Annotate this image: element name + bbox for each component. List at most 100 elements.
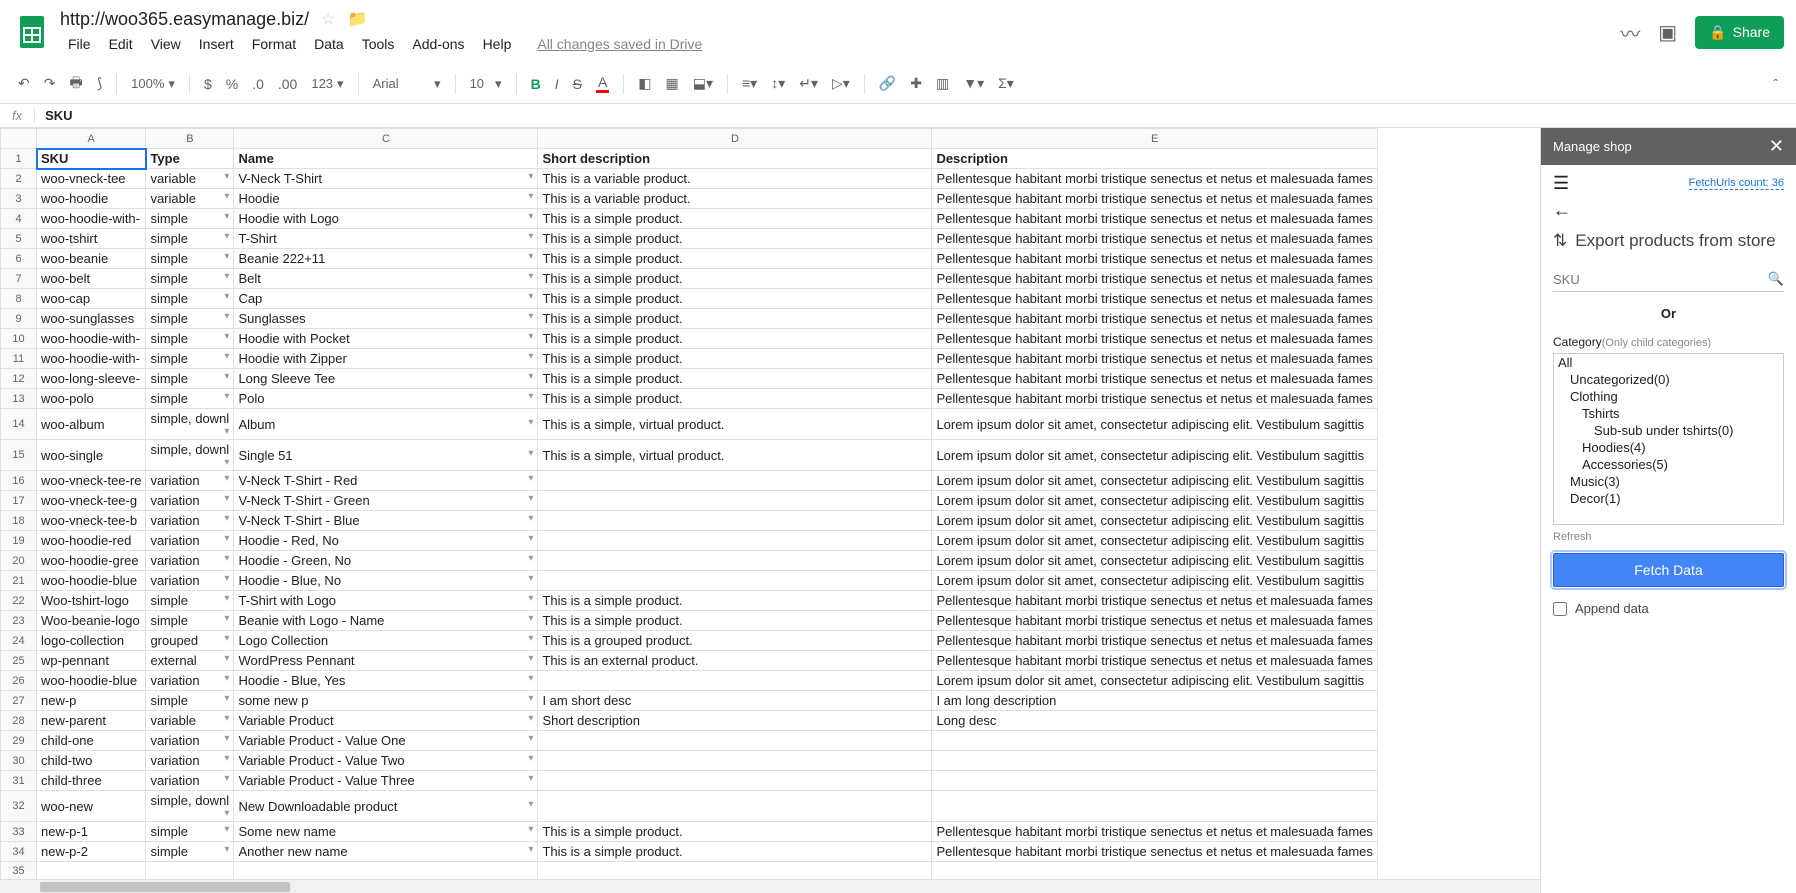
cell-C5[interactable]: ▾T-Shirt	[234, 229, 538, 249]
text-color-button[interactable]: A	[590, 70, 615, 97]
cell-E27[interactable]: I am long description	[932, 691, 1377, 711]
back-arrow-icon[interactable]: ←	[1553, 200, 1571, 221]
cell-A6[interactable]: woo-beanie	[37, 249, 146, 269]
dropdown-arrow-icon[interactable]: ▾	[528, 824, 533, 835]
dropdown-arrow-icon[interactable]: ▾	[224, 271, 229, 282]
cell-D31[interactable]	[538, 771, 932, 791]
cell-B12[interactable]: simple▾	[146, 369, 234, 389]
cell-B6[interactable]: simple▾	[146, 249, 234, 269]
cell-C13[interactable]: ▾Polo	[234, 389, 538, 409]
cell-B19[interactable]: variation▾	[146, 531, 234, 551]
cell-A8[interactable]: woo-cap	[37, 289, 146, 309]
dropdown-arrow-icon[interactable]: ▾	[224, 311, 229, 322]
dropdown-arrow-icon[interactable]: ▾	[224, 371, 229, 382]
cell-C16[interactable]: ▾V-Neck T-Shirt - Red	[234, 471, 538, 491]
cell-D27[interactable]: I am short desc	[538, 691, 932, 711]
row-header-35[interactable]: 35	[1, 862, 37, 880]
row-header-34[interactable]: 34	[1, 842, 37, 862]
dropdown-arrow-icon[interactable]: ▾	[224, 231, 229, 242]
menu-data[interactable]: Data	[306, 32, 352, 56]
cell-A23[interactable]: Woo-beanie-logo	[37, 611, 146, 631]
zoom-dropdown[interactable]: 100% ▾	[125, 72, 181, 96]
dropdown-arrow-icon[interactable]: ▾	[528, 593, 533, 604]
cell-A18[interactable]: woo-vneck-tee-b	[37, 511, 146, 531]
print-button[interactable]: 🖶	[63, 68, 88, 100]
cell-B17[interactable]: variation▾	[146, 491, 234, 511]
cell-E33[interactable]: Pellentesque habitant morbi tristique se…	[932, 822, 1377, 842]
cell-E26[interactable]: Lorem ipsum dolor sit amet, consectetur …	[932, 671, 1377, 691]
cell-D21[interactable]	[538, 571, 932, 591]
category-option[interactable]: Music(3)	[1554, 473, 1783, 490]
menu-addons[interactable]: Add-ons	[404, 32, 472, 56]
fill-color-button[interactable]: ◧	[632, 71, 657, 96]
row-header-19[interactable]: 19	[1, 531, 37, 551]
cell-B28[interactable]: variable▾	[146, 711, 234, 731]
dropdown-arrow-icon[interactable]: ▾	[224, 713, 229, 724]
cell-E9[interactable]: Pellentesque habitant morbi tristique se…	[932, 309, 1377, 329]
cell-E10[interactable]: Pellentesque habitant morbi tristique se…	[932, 329, 1377, 349]
cell-A28[interactable]: new-parent	[37, 711, 146, 731]
dropdown-arrow-icon[interactable]: ▾	[528, 633, 533, 644]
row-header-25[interactable]: 25	[1, 651, 37, 671]
menu-insert[interactable]: Insert	[191, 32, 242, 56]
cell-D11[interactable]: This is a simple product.	[538, 349, 932, 369]
cell-B24[interactable]: grouped▾	[146, 631, 234, 651]
row-header-22[interactable]: 22	[1, 591, 37, 611]
comments-icon[interactable]: ▣	[1658, 20, 1677, 45]
cell-D2[interactable]: This is a variable product.	[538, 169, 932, 189]
row-header-30[interactable]: 30	[1, 751, 37, 771]
cell-E2[interactable]: Pellentesque habitant morbi tristique se…	[932, 169, 1377, 189]
filter-button[interactable]: ▼▾	[957, 71, 990, 96]
cell-C28[interactable]: ▾Variable Product	[234, 711, 538, 731]
dropdown-arrow-icon[interactable]: ▾	[528, 473, 533, 484]
cell-E18[interactable]: Lorem ipsum dolor sit amet, consectetur …	[932, 511, 1377, 531]
dropdown-arrow-icon[interactable]: ▾	[528, 799, 533, 810]
dropdown-arrow-icon[interactable]: ▾	[528, 844, 533, 855]
dropdown-arrow-icon[interactable]: ▾	[528, 417, 533, 428]
cell-C27[interactable]: ▾some new p	[234, 691, 538, 711]
col-header-E[interactable]: E	[932, 129, 1377, 149]
dropdown-arrow-icon[interactable]: ▾	[224, 693, 229, 704]
cell-B15[interactable]: simple, downl▾	[146, 440, 234, 471]
row-header-14[interactable]: 14	[1, 409, 37, 440]
dropdown-arrow-icon[interactable]: ▾	[528, 753, 533, 764]
col-header-A[interactable]: A	[37, 129, 146, 149]
cell-D30[interactable]	[538, 751, 932, 771]
strikethrough-button[interactable]: S	[567, 72, 588, 96]
dropdown-arrow-icon[interactable]: ▾	[224, 808, 229, 819]
cell-B3[interactable]: variable▾	[146, 189, 234, 209]
dropdown-arrow-icon[interactable]: ▾	[224, 351, 229, 362]
cell-E5[interactable]: Pellentesque habitant morbi tristique se…	[932, 229, 1377, 249]
redo-button[interactable]: ↷	[38, 71, 62, 96]
cell-C10[interactable]: ▾Hoodie with Pocket	[234, 329, 538, 349]
row-header-32[interactable]: 32	[1, 791, 37, 822]
row-header-15[interactable]: 15	[1, 440, 37, 471]
row-header-6[interactable]: 6	[1, 249, 37, 269]
cell-D7[interactable]: This is a simple product.	[538, 269, 932, 289]
cell-D14[interactable]: This is a simple, virtual product.	[538, 409, 932, 440]
cell-C33[interactable]: ▾Some new name	[234, 822, 538, 842]
cell-C2[interactable]: ▾V-Neck T-Shirt	[234, 169, 538, 189]
dropdown-arrow-icon[interactable]: ▾	[528, 351, 533, 362]
cell-E14[interactable]: Lorem ipsum dolor sit amet, consectetur …	[932, 409, 1377, 440]
cell-C31[interactable]: ▾Variable Product - Value Three	[234, 771, 538, 791]
dropdown-arrow-icon[interactable]: ▾	[528, 291, 533, 302]
dropdown-arrow-icon[interactable]: ▾	[224, 613, 229, 624]
cell-D22[interactable]: This is a simple product.	[538, 591, 932, 611]
dropdown-arrow-icon[interactable]: ▾	[528, 673, 533, 684]
dropdown-arrow-icon[interactable]: ▾	[528, 448, 533, 459]
cell-E22[interactable]: Pellentesque habitant morbi tristique se…	[932, 591, 1377, 611]
cell-A1[interactable]: SKU	[37, 149, 146, 169]
dropdown-arrow-icon[interactable]: ▾	[224, 533, 229, 544]
dropdown-arrow-icon[interactable]: ▾	[224, 391, 229, 402]
sheets-logo[interactable]	[12, 12, 52, 52]
cell-B14[interactable]: simple, downl▾	[146, 409, 234, 440]
row-header-11[interactable]: 11	[1, 349, 37, 369]
cell-B21[interactable]: variation▾	[146, 571, 234, 591]
cell-B32[interactable]: simple, downl▾	[146, 791, 234, 822]
cell-B13[interactable]: simple▾	[146, 389, 234, 409]
undo-button[interactable]: ↶	[12, 71, 36, 96]
row-header-33[interactable]: 33	[1, 822, 37, 842]
dropdown-arrow-icon[interactable]: ▾	[224, 844, 229, 855]
row-header-1[interactable]: 1	[1, 149, 37, 169]
